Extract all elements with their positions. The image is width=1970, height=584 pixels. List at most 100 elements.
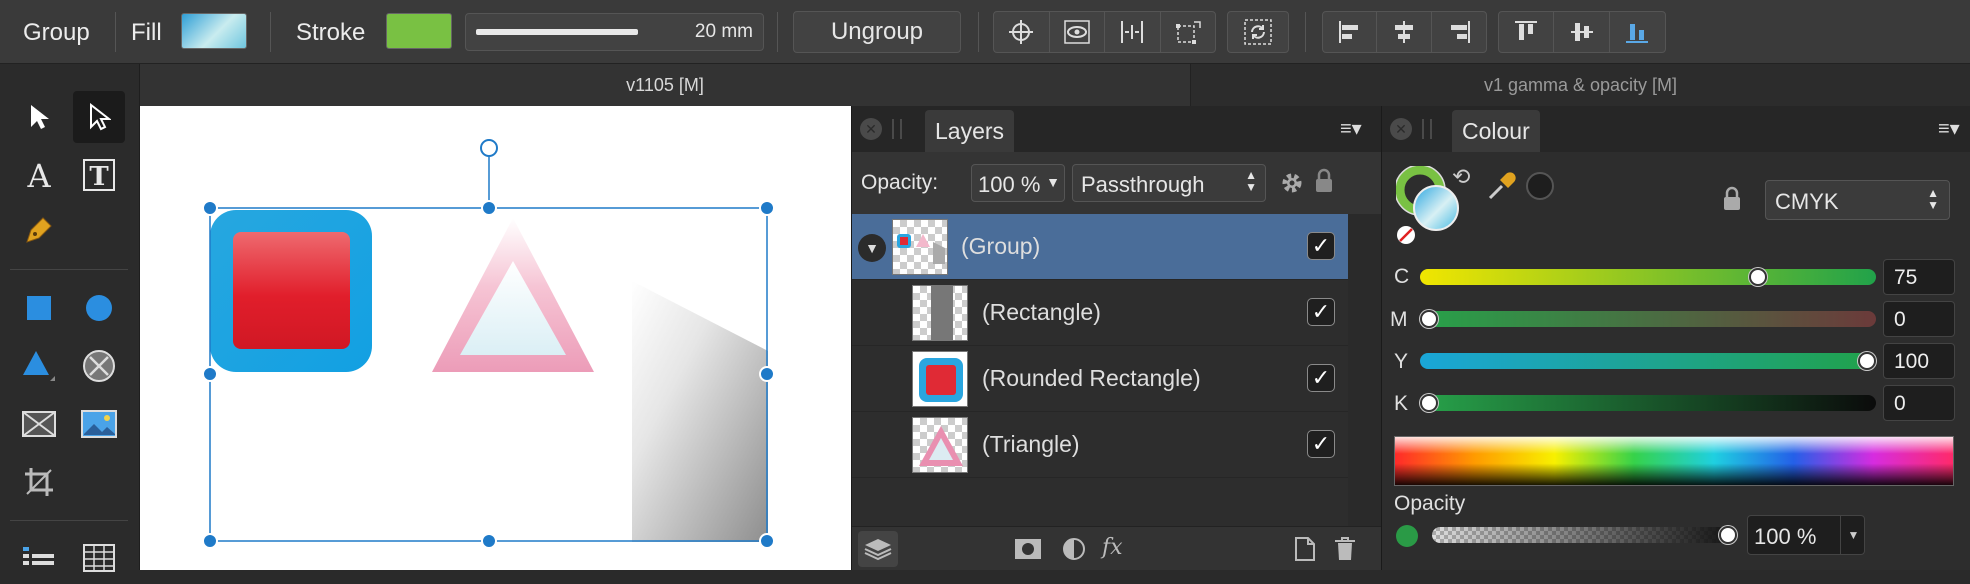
value-k[interactable]: 0 bbox=[1883, 385, 1955, 421]
artistic-text-tool-icon[interactable]: A bbox=[13, 149, 65, 201]
align-left-icon[interactable] bbox=[1323, 12, 1378, 52]
resize-handle[interactable] bbox=[202, 366, 218, 382]
rectangle-shape[interactable] bbox=[632, 281, 768, 542]
opacity-value-field[interactable]: 100 % ▼ bbox=[1747, 515, 1865, 555]
image-tool-icon[interactable] bbox=[73, 398, 125, 450]
crop-tool-icon[interactable] bbox=[13, 456, 65, 508]
stroke-width-value: 20 mm bbox=[694, 21, 753, 42]
layer-row-rounded-rectangle[interactable]: (Rounded Rectangle) ✓ bbox=[852, 346, 1348, 412]
align-top-icon[interactable] bbox=[1499, 12, 1555, 52]
eyedropper-icon[interactable] bbox=[1486, 170, 1516, 202]
picked-colour-well[interactable] bbox=[1526, 172, 1554, 200]
table-tool-icon[interactable] bbox=[73, 532, 125, 584]
layers-stack-icon[interactable] bbox=[858, 531, 898, 567]
donut-tool-icon[interactable] bbox=[73, 340, 125, 392]
dropdown-arrow-icon[interactable]: ▼ bbox=[1840, 516, 1866, 554]
canvas[interactable] bbox=[140, 106, 851, 570]
svg-text:T: T bbox=[89, 162, 109, 192]
panel-menu-icon[interactable]: ≡▾ bbox=[1938, 116, 1960, 141]
layer-row-triangle[interactable]: (Triangle) ✓ bbox=[852, 412, 1348, 478]
slider-m-thumb[interactable] bbox=[1420, 310, 1438, 328]
visibility-checkbox[interactable]: ✓ bbox=[1307, 298, 1335, 326]
triangle-shape[interactable] bbox=[432, 218, 594, 372]
fill-swatch[interactable] bbox=[181, 13, 247, 49]
lock-icon[interactable] bbox=[1722, 186, 1742, 212]
slider-m[interactable] bbox=[1420, 311, 1876, 327]
value-c[interactable]: 75 bbox=[1883, 259, 1955, 295]
slider-k[interactable] bbox=[1420, 395, 1876, 411]
slider-k-thumb[interactable] bbox=[1420, 394, 1438, 412]
visibility-checkbox[interactable]: ✓ bbox=[1307, 364, 1335, 392]
align-right-icon[interactable] bbox=[1432, 12, 1486, 52]
colour-spectrum[interactable] bbox=[1394, 436, 1954, 486]
slider-c[interactable] bbox=[1420, 269, 1876, 285]
resize-handle[interactable] bbox=[481, 200, 497, 216]
layer-name: (Group) bbox=[961, 233, 1041, 259]
swap-colours-icon[interactable]: ⟲ bbox=[1452, 164, 1470, 190]
transform-toggles bbox=[993, 11, 1216, 53]
resize-handle[interactable] bbox=[202, 200, 218, 216]
tab-v1-gamma-opacity[interactable]: v1 gamma & opacity [M] bbox=[1191, 64, 1970, 106]
adjustment-icon[interactable] bbox=[1062, 537, 1086, 561]
value-y[interactable]: 100 bbox=[1883, 343, 1955, 379]
stroke-swatch[interactable] bbox=[386, 13, 452, 49]
align-middle-icon[interactable] bbox=[1554, 12, 1610, 52]
layer-row-group[interactable]: ▼ (Group) ✓ bbox=[852, 214, 1348, 280]
ungroup-button[interactable]: Ungroup bbox=[793, 11, 961, 53]
fx-icon[interactable]: fx bbox=[1102, 535, 1123, 560]
tab-layers[interactable]: Layers bbox=[925, 110, 1015, 152]
drag-grip-icon[interactable] bbox=[892, 119, 902, 139]
resize-handle[interactable] bbox=[759, 200, 775, 216]
resize-handle[interactable] bbox=[759, 533, 775, 549]
rotation-handle[interactable] bbox=[480, 139, 498, 157]
colour-model-select[interactable]: CMYK ▲ ▼ bbox=[1765, 180, 1950, 220]
gear-icon[interactable] bbox=[1279, 170, 1305, 196]
visibility-checkbox[interactable]: ✓ bbox=[1307, 430, 1335, 458]
slider-y-thumb[interactable] bbox=[1858, 352, 1876, 370]
value-m[interactable]: 0 bbox=[1883, 301, 1955, 337]
new-layer-icon[interactable] bbox=[1294, 536, 1316, 562]
layer-opacity-field[interactable]: 100 % ▼ bbox=[971, 164, 1065, 202]
resize-handle[interactable] bbox=[759, 366, 775, 382]
tab-colour[interactable]: Colour bbox=[1452, 110, 1540, 152]
opacity-slider-thumb[interactable] bbox=[1719, 526, 1737, 544]
node-tool-icon[interactable] bbox=[73, 91, 125, 143]
triangle-tool-icon[interactable] bbox=[13, 340, 65, 392]
lock-icon[interactable] bbox=[1314, 168, 1334, 194]
picture-frame-tool-icon[interactable] bbox=[13, 398, 65, 450]
pen-tool-icon[interactable] bbox=[13, 204, 65, 256]
table-grid-tool-icon[interactable] bbox=[13, 532, 65, 584]
panel-menu-icon[interactable]: ≡▾ bbox=[1340, 116, 1362, 141]
align-center-icon[interactable] bbox=[1377, 12, 1432, 52]
resize-handle[interactable] bbox=[481, 533, 497, 549]
layer-name: (Triangle) bbox=[982, 431, 1080, 457]
slider-c-thumb[interactable] bbox=[1749, 268, 1767, 286]
layer-row-rectangle[interactable]: (Rectangle) ✓ bbox=[852, 280, 1348, 346]
stroke-width-slider[interactable]: 20 mm bbox=[465, 13, 764, 51]
distribute-icon[interactable] bbox=[1105, 12, 1161, 52]
blend-mode-select[interactable]: Passthrough ▲ ▼ bbox=[1072, 164, 1266, 202]
visibility-checkbox[interactable]: ✓ bbox=[1307, 232, 1335, 260]
channel-label-y: Y bbox=[1394, 350, 1409, 373]
mask-icon[interactable] bbox=[1014, 538, 1042, 560]
tab-v1105[interactable]: v1105 [M] bbox=[140, 64, 1190, 106]
snapping-icon[interactable] bbox=[994, 12, 1050, 52]
resize-handle[interactable] bbox=[202, 533, 218, 549]
close-panel-icon[interactable]: ✕ bbox=[860, 118, 882, 140]
opacity-slider[interactable] bbox=[1432, 527, 1732, 543]
ellipse-tool-icon[interactable] bbox=[73, 282, 125, 334]
align-bottom-icon[interactable] bbox=[1610, 12, 1665, 52]
layers-scrollbar[interactable] bbox=[1348, 214, 1381, 526]
rotate-icon[interactable] bbox=[1228, 12, 1288, 52]
frame-text-tool-icon[interactable]: T bbox=[73, 149, 125, 201]
trash-icon[interactable] bbox=[1334, 536, 1356, 562]
close-panel-icon[interactable]: ✕ bbox=[1390, 118, 1412, 140]
preview-eye-icon[interactable] bbox=[1050, 12, 1105, 52]
drag-grip-icon[interactable] bbox=[1422, 119, 1432, 139]
move-tool-icon[interactable] bbox=[13, 91, 65, 143]
transform-origin-icon[interactable] bbox=[1161, 12, 1216, 52]
rectangle-tool-icon[interactable] bbox=[13, 282, 65, 334]
rounded-rectangle-shape[interactable] bbox=[210, 210, 372, 372]
slider-y[interactable] bbox=[1420, 353, 1876, 369]
expand-triangle-icon[interactable]: ▼ bbox=[858, 234, 886, 262]
